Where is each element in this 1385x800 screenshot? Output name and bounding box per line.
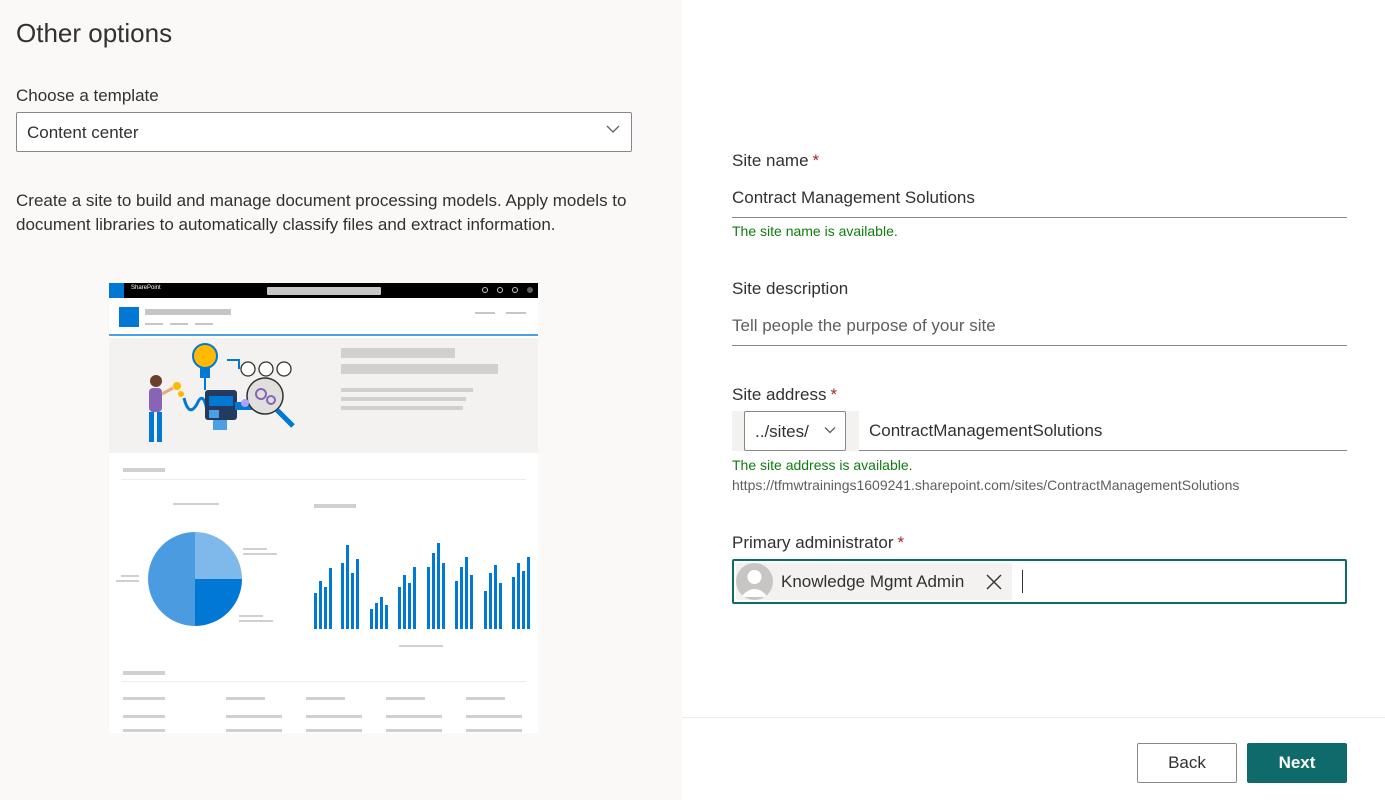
text-cursor: [1022, 570, 1023, 593]
preview-table-header: [123, 697, 165, 700]
site-address-path-value: ../sites/: [755, 422, 809, 441]
preview-table-cell: [123, 729, 165, 732]
preview-table-cell: [466, 715, 522, 718]
close-icon[interactable]: [983, 571, 1005, 593]
template-description: Create a site to build and manage docume…: [16, 191, 627, 234]
back-button[interactable]: Back: [1137, 743, 1237, 783]
site-name-value: Contract Management Solutions: [732, 188, 975, 207]
preview-help-icon: [512, 287, 518, 293]
primary-admin-label-text: Primary administrator: [732, 533, 894, 552]
footer-divider: [682, 717, 1385, 718]
preview-divider: [121, 681, 526, 682]
preview-avatar-icon: [527, 287, 533, 293]
required-marker: *: [897, 533, 905, 552]
site-name-label-text: Site name: [732, 151, 809, 170]
preview-table-cell: [226, 729, 282, 732]
site-name-label: Site name *: [732, 151, 819, 171]
preview-divider: [121, 479, 526, 480]
preview-nav-line: [170, 323, 188, 325]
template-dropdown[interactable]: Content center: [16, 112, 632, 152]
preview-table-cell: [466, 729, 522, 732]
preview-chart-caption: [173, 503, 219, 505]
preview-action-line: [475, 312, 495, 314]
site-name-status: The site name is available.: [732, 223, 898, 239]
preview-table-cell: [386, 729, 442, 732]
preview-site-title: [145, 309, 231, 315]
preview-brand-text: SharePoint: [131, 285, 161, 291]
preview-nav-line: [195, 323, 213, 325]
preview-bell-icon: [482, 287, 488, 293]
site-address-status: The site address is available.: [732, 457, 913, 473]
site-address-full-url: https://tfmwtrainings1609241.sharepoint.…: [732, 477, 1240, 493]
template-preview-image: SharePoint: [109, 283, 538, 733]
preview-table-cell: [226, 715, 282, 718]
site-name-input[interactable]: Contract Management Solutions: [732, 178, 1347, 218]
preview-table-cell: [306, 729, 362, 732]
user-avatar-icon: [736, 563, 773, 600]
site-description-input[interactable]: Tell people the purpose of your site: [732, 306, 1347, 346]
preview-waffle-icon: [109, 283, 124, 298]
preview-nav-line: [145, 323, 163, 325]
admin-persona-chip[interactable]: Knowledge Mgmt Admin: [736, 563, 1012, 600]
primary-admin-picker[interactable]: Knowledge Mgmt Admin: [732, 559, 1347, 604]
preview-header-rule: [109, 334, 538, 336]
preview-table-header: [306, 697, 345, 700]
preview-section-heading: [123, 671, 165, 675]
chevron-down-icon: [824, 427, 836, 434]
preview-section-heading: [123, 468, 165, 472]
template-dropdown-value: Content center: [27, 123, 139, 142]
preview-search-box: [267, 287, 381, 295]
next-button[interactable]: Next: [1247, 743, 1347, 783]
panel-title: Other options: [16, 18, 173, 48]
preview-chart-caption: [314, 504, 356, 508]
site-address-value: ContractManagementSolutions: [869, 421, 1103, 440]
template-label: Choose a template: [16, 86, 159, 105]
primary-admin-label: Primary administrator *: [732, 533, 904, 553]
admin-persona-name: Knowledge Mgmt Admin: [781, 572, 965, 591]
preview-hero: [109, 338, 538, 453]
preview-table-header: [386, 697, 425, 700]
preview-charts: [116, 532, 530, 647]
preview-table-header: [466, 697, 505, 700]
template-panel: Other options Choose a template Content …: [0, 0, 682, 800]
site-address-label-text: Site address: [732, 385, 827, 404]
site-address-input[interactable]: ContractManagementSolutions: [859, 411, 1347, 451]
chevron-down-icon: [606, 125, 620, 133]
preview-hero-illustration: [149, 343, 498, 442]
preview-action-line: [506, 312, 526, 314]
site-description-label: Site description: [732, 279, 849, 298]
preview-table-cell: [386, 715, 442, 718]
site-details-form: Site name * Contract Management Solutions…: [682, 0, 1385, 800]
required-marker: *: [830, 385, 838, 404]
preview-gear-icon: [497, 287, 503, 293]
preview-table-header: [226, 697, 265, 700]
site-description-placeholder: Tell people the purpose of your site: [732, 316, 996, 335]
preview-site-logo: [119, 307, 139, 327]
preview-table-cell: [123, 715, 165, 718]
required-marker: *: [812, 151, 820, 170]
preview-table-cell: [306, 715, 362, 718]
site-address-label: Site address *: [732, 385, 837, 405]
site-address-path-dropdown[interactable]: ../sites/: [744, 411, 846, 451]
